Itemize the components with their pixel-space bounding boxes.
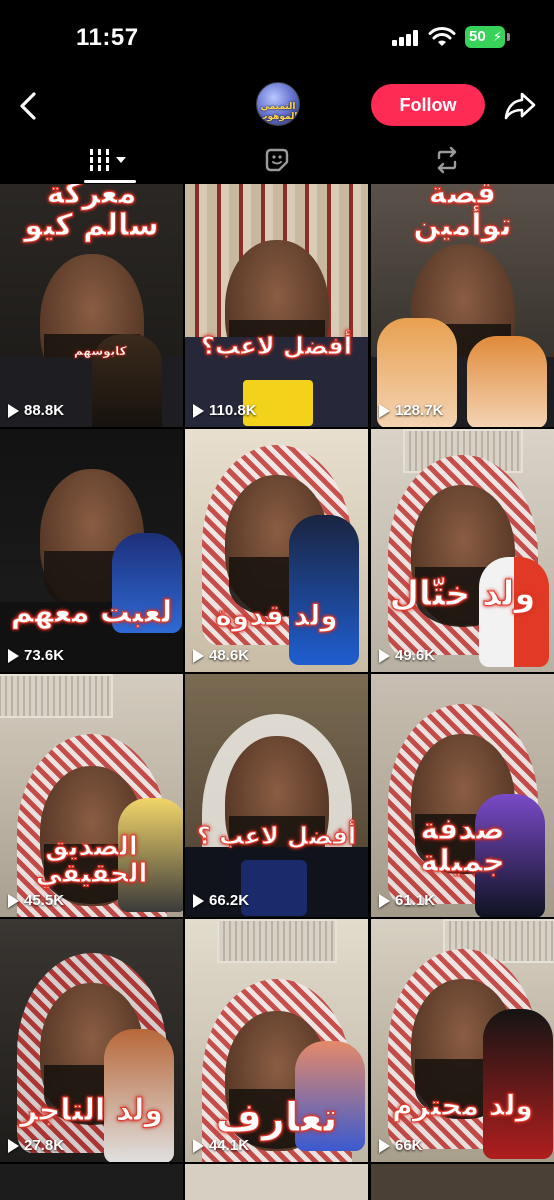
video-title: قصة توأمين: [413, 184, 512, 243]
profile-tabs: [0, 136, 554, 184]
video-title: تعارف: [215, 1095, 338, 1141]
play-icon: [8, 403, 19, 418]
follow-button[interactable]: Follow: [371, 84, 485, 126]
video-title: لعبت معهم: [10, 595, 173, 630]
view-count: 27.8K: [8, 1137, 64, 1154]
video-title: أفضل لاعب؟: [201, 332, 353, 360]
video-thumbnail[interactable]: صدفة جميلة 61.1K: [371, 674, 554, 917]
view-count: 49.6K: [379, 647, 435, 664]
video-title: ولد قدوة: [215, 599, 338, 632]
wifi-icon: [428, 27, 456, 46]
play-icon: [8, 893, 19, 908]
video-title: ولد ختّال: [389, 574, 536, 614]
battery-nub: [507, 33, 510, 41]
view-count: 44.1K: [193, 1137, 249, 1154]
view-count: 48.6K: [193, 647, 249, 664]
play-icon: [379, 1138, 390, 1153]
play-icon: [193, 648, 204, 663]
view-count: 66K: [379, 1137, 423, 1154]
view-count: 45.5K: [8, 892, 64, 909]
video-thumbnail[interactable]: ولد قدوة 48.6K: [185, 429, 368, 672]
avatar[interactable]: التميمي الموهوب: [256, 82, 300, 126]
cellular-signal-icon: [392, 30, 418, 46]
video-thumbnail[interactable]: الصديق الحقيقي 45.5K: [0, 674, 183, 917]
active-tab-indicator: [84, 180, 136, 183]
video-title: أفضل لاعب ؟: [196, 822, 357, 850]
video-subtitle: كابوسهم: [74, 344, 127, 359]
profile-header: التميمي الموهوب Follow: [0, 76, 554, 136]
view-count: 61.1K: [379, 892, 435, 909]
repost-icon: [437, 146, 457, 174]
play-icon: [193, 1138, 204, 1153]
video-thumbnail[interactable]: [0, 1164, 183, 1200]
video-title: ولد التاجر: [19, 1093, 164, 1128]
video-title: صدفة جميلة: [420, 812, 505, 879]
play-icon: [379, 893, 390, 908]
video-thumbnail[interactable]: [185, 1164, 368, 1200]
video-thumbnail[interactable]: معركة سالم كيو كابوسهم 88.8K: [0, 184, 183, 427]
charging-bolt-icon: ⚡: [492, 29, 502, 44]
tab-reposts[interactable]: [355, 136, 539, 184]
view-count: 128.7K: [379, 402, 443, 419]
view-count: 110.8K: [193, 402, 257, 419]
play-icon: [379, 403, 390, 418]
play-icon: [379, 648, 390, 663]
avatar-logo-text: التميمي الموهوب: [258, 101, 298, 121]
video-thumbnail[interactable]: ولد ختّال 49.6K: [371, 429, 554, 672]
status-bar: 11:57 50 ⚡: [0, 0, 554, 76]
video-thumbnail[interactable]: أفضل لاعب ؟ 66.2K: [185, 674, 368, 917]
sticker-icon: [265, 148, 289, 172]
video-title: معركة سالم كيو: [24, 184, 160, 243]
status-time: 11:57: [76, 24, 139, 51]
play-icon: [8, 648, 19, 663]
back-button[interactable]: [12, 86, 44, 126]
battery-indicator: 50 ⚡: [465, 26, 505, 48]
video-title: ولد محترم: [392, 1089, 534, 1122]
view-count: 66.2K: [193, 892, 249, 909]
videos-grid-icon: [90, 149, 126, 171]
video-thumbnail[interactable]: أفضل لاعب؟ 110.8K: [185, 184, 368, 427]
video-grid: معركة سالم كيو كابوسهم 88.8K أفضل لاعب؟ …: [0, 184, 554, 1200]
tab-reposts-sticker[interactable]: [185, 136, 369, 184]
tab-videos[interactable]: [18, 136, 202, 184]
view-count: 73.6K: [8, 647, 64, 664]
video-title: الصديق الحقيقي: [35, 832, 148, 890]
play-icon: [8, 1138, 19, 1153]
share-icon[interactable]: [502, 88, 538, 122]
video-thumbnail[interactable]: قصة توأمين 128.7K: [371, 184, 554, 427]
video-thumbnail[interactable]: تعارف 44.1K: [185, 919, 368, 1162]
video-thumbnail[interactable]: لعبت معهم 73.6K: [0, 429, 183, 672]
play-icon: [193, 403, 204, 418]
play-icon: [193, 893, 204, 908]
battery-level: 50: [469, 28, 486, 45]
video-thumbnail[interactable]: [371, 1164, 554, 1200]
video-thumbnail[interactable]: ولد محترم 66K: [371, 919, 554, 1162]
view-count: 88.8K: [8, 402, 64, 419]
video-thumbnail[interactable]: ولد التاجر 27.8K: [0, 919, 183, 1162]
